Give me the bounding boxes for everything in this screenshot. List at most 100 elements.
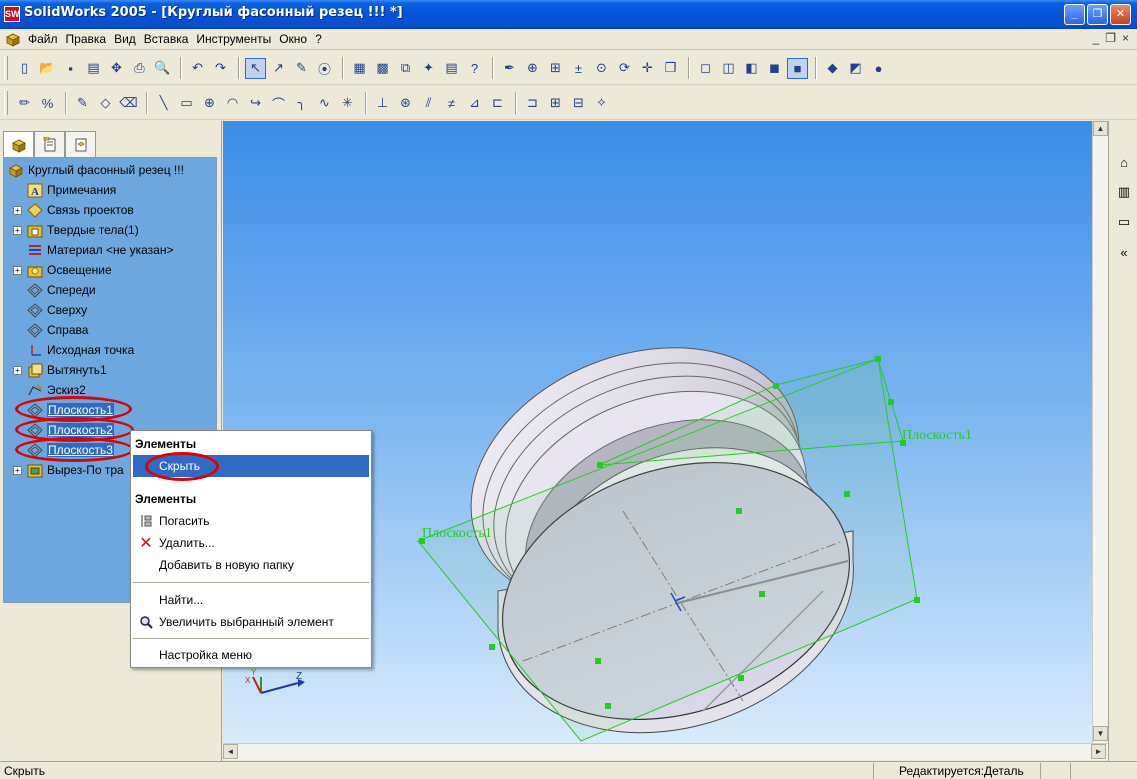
brick-icon[interactable]: ▩ <box>372 58 393 79</box>
zoom-selection-icon[interactable]: ⊙ <box>591 58 612 79</box>
properties-icon[interactable]: ▤ <box>441 58 462 79</box>
redo-icon[interactable]: ↷ <box>210 58 231 79</box>
grid-icon[interactable]: ▦ <box>349 58 370 79</box>
standard-views-icon[interactable]: ❒ <box>660 58 681 79</box>
spline-icon[interactable]: ∿ <box>314 93 335 114</box>
tree-item[interactable]: Исходная точка <box>4 340 216 360</box>
close-button[interactable]: ✕ <box>1110 4 1131 25</box>
expand-icon[interactable]: + <box>13 465 22 475</box>
shaded-edges-icon[interactable]: ◼ <box>764 58 785 79</box>
mdi-restore-button[interactable]: ❐ <box>1105 31 1116 45</box>
open-icon[interactable]: 📂 <box>37 58 58 79</box>
expand-icon[interactable]: + <box>13 265 22 275</box>
display-relations-icon[interactable]: ⊏ <box>487 93 508 114</box>
undo-icon[interactable]: ↶ <box>187 58 208 79</box>
delete-menu-item[interactable]: ✕ Удалить... <box>133 532 369 554</box>
tree-item[interactable]: A Примечания <box>4 180 216 200</box>
menu-item[interactable]: Файл <box>28 32 64 46</box>
help-icon[interactable]: ? <box>464 58 485 79</box>
select-icon[interactable]: ↖ <box>245 57 266 79</box>
magic-wand-icon[interactable]: ✦ <box>418 58 439 79</box>
vertical-scrollbar[interactable]: ▲ ▼ <box>1092 121 1108 743</box>
point-icon[interactable]: ✳ <box>337 93 358 114</box>
expand-icon[interactable]: + <box>13 225 22 235</box>
tree-item[interactable]: Эскиз2 <box>4 380 216 400</box>
render-icon[interactable]: ● <box>868 58 889 79</box>
new-icon[interactable]: ▯ <box>14 58 35 79</box>
sketch-mode-icon[interactable]: ✏ <box>14 93 35 114</box>
menu-item[interactable]: Окно <box>279 32 313 46</box>
toolbar-grip[interactable] <box>4 91 8 115</box>
scroll-left-button[interactable]: ◄ <box>223 744 238 759</box>
document-icon[interactable] <box>5 32 21 47</box>
pen-icon[interactable]: ✒ <box>499 58 520 79</box>
menu-item[interactable]: Вид <box>114 32 142 46</box>
library-icon[interactable]: ▥ <box>1113 181 1135 203</box>
sketch-edit-icon[interactable]: ✎ <box>72 93 93 114</box>
tree-item[interactable]: Сверху <box>4 300 216 320</box>
tree-item[interactable]: + Связь проектов <box>4 200 216 220</box>
hidden-removed-icon[interactable]: ◧ <box>741 58 762 79</box>
rotate-icon[interactable]: ⟳ <box>614 58 635 79</box>
view-orientation-icon[interactable]: ⧉ <box>395 58 416 79</box>
perspective-icon[interactable]: ◆ <box>822 58 843 79</box>
feature-manager-tab[interactable] <box>3 131 34 158</box>
circle-icon[interactable]: ⊕ <box>199 93 220 114</box>
tree-item[interactable]: + Освещение <box>4 260 216 280</box>
centerline-icon[interactable]: ⊥ <box>372 93 393 114</box>
zoom-selected-menu-item[interactable]: Увеличить выбранный элемент <box>133 611 369 633</box>
toolbar-grip[interactable] <box>4 56 8 80</box>
expand-icon[interactable]: + <box>13 365 22 375</box>
tree-item[interactable]: + Твердые тела(1) <box>4 220 216 240</box>
print-preview-icon[interactable]: ▤ <box>83 58 104 79</box>
sketch-icon[interactable]: ✎ <box>291 58 312 79</box>
tree-item[interactable]: Спереди <box>4 280 216 300</box>
solidworks-app-icon[interactable]: SW <box>4 6 20 22</box>
arc-icon[interactable]: ◠ <box>222 93 243 114</box>
centerpoint-arc-icon[interactable]: ⌒ <box>268 93 289 114</box>
save-icon[interactable]: ▪ <box>60 58 81 79</box>
shaded-icon[interactable]: ■ <box>787 57 808 79</box>
pan-icon[interactable]: ✛ <box>637 58 658 79</box>
menu-item[interactable]: Инструменты <box>196 32 277 46</box>
dimension-icon[interactable]: % <box>37 93 58 114</box>
suppress-menu-item[interactable]: Погасить <box>133 510 369 532</box>
wireframe-icon[interactable]: ◻ <box>695 58 716 79</box>
scroll-right-button[interactable]: ► <box>1091 744 1106 759</box>
line-icon[interactable]: ╲ <box>153 93 174 114</box>
zoom-in-out-icon[interactable]: ± <box>568 58 589 79</box>
smart-select-icon[interactable]: ↗ <box>268 58 289 79</box>
find-menu-item[interactable]: Найти... <box>133 589 369 611</box>
linear-pattern-icon[interactable]: ⊞ <box>545 93 566 114</box>
tree-item[interactable]: Материал <не указан> <box>4 240 216 260</box>
menu-item[interactable]: ? <box>315 32 328 46</box>
menu-item[interactable]: Вставка <box>144 32 195 46</box>
tree-item[interactable]: + Вытянуть1 <box>4 360 216 380</box>
configuration-manager-tab[interactable] <box>65 131 96 157</box>
folder-icon[interactable]: ▭ <box>1113 211 1135 233</box>
mirror-icon[interactable]: ⫽ <box>418 93 439 114</box>
hidden-lines-icon[interactable]: ◫ <box>718 58 739 79</box>
horizontal-scrollbar[interactable]: ◄ ► <box>223 743 1108 760</box>
rectangle-icon[interactable]: ▭ <box>176 93 197 114</box>
property-manager-tab[interactable] <box>34 131 65 157</box>
print-icon[interactable]: ⎙ <box>129 58 150 79</box>
tree-item[interactable]: Круглый фасонный резец !!! <box>4 160 216 180</box>
collapse-icon[interactable]: « <box>1113 241 1135 263</box>
scroll-up-button[interactable]: ▲ <box>1093 121 1108 136</box>
sketch-fillet-icon[interactable]: ╮ <box>291 93 312 114</box>
tangent-arc-icon[interactable]: ↪ <box>245 93 266 114</box>
trim-icon[interactable]: ≠ <box>441 93 462 114</box>
eraser-icon[interactable]: ⌫ <box>118 93 139 114</box>
zoom-area-icon[interactable]: ⊞ <box>545 58 566 79</box>
section-icon[interactable]: ◩ <box>845 58 866 79</box>
add-to-folder-menu-item[interactable]: Добавить в новую папку <box>133 554 369 576</box>
scroll-down-button[interactable]: ▼ <box>1093 726 1108 741</box>
mdi-close-button[interactable]: × <box>1122 31 1129 45</box>
zoom-fit-icon[interactable]: ⊕ <box>522 58 543 79</box>
maximize-button[interactable]: ❐ <box>1087 4 1108 25</box>
preview-icon[interactable]: 🔍 <box>152 58 173 79</box>
mdi-minimize-button[interactable]: _ <box>1093 31 1100 45</box>
traffic-light-icon[interactable]: ⦿ <box>314 58 335 79</box>
options-icon[interactable]: ✥ <box>106 58 127 79</box>
